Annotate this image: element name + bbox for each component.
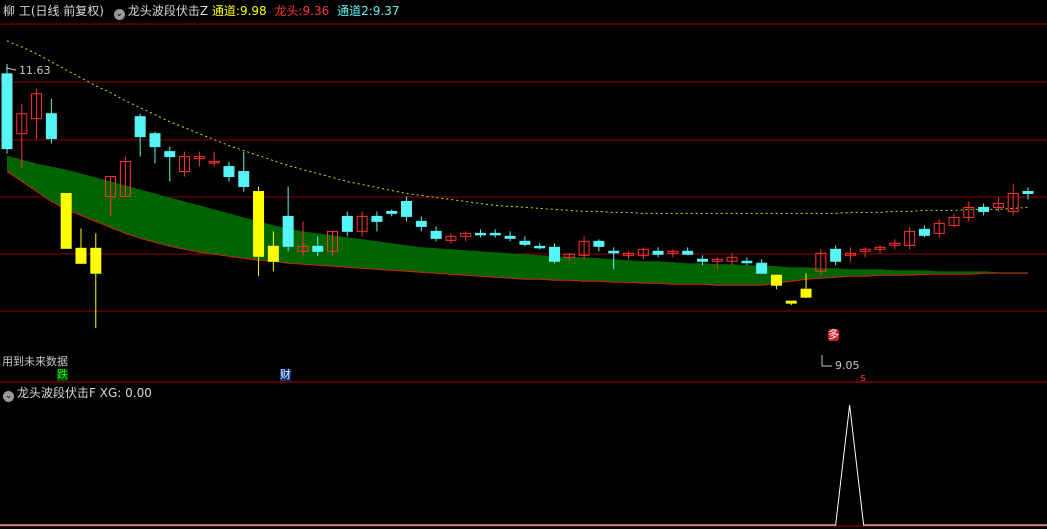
chevron-down-icon[interactable]: ⌄ [3, 391, 14, 402]
high-price-label: 11.63 [19, 64, 51, 77]
main-header: 柳 工(日线 前复权) ⌄ 龙头波段伏击Z 通道:9.98 龙头:9.36 通道2… [3, 4, 399, 20]
candle-body [267, 245, 279, 262]
candle-body [341, 215, 353, 232]
candle-body [593, 240, 605, 247]
candle-body [918, 228, 930, 236]
candle-body [386, 210, 398, 214]
candle-body [312, 245, 324, 252]
candle-body [238, 171, 250, 188]
tag-cai: 财 [280, 368, 291, 381]
candle-body [608, 250, 620, 254]
channel2-label: 通道2: [337, 4, 373, 18]
candle-body [504, 235, 516, 239]
candle-body [978, 206, 990, 212]
stock-title: 柳 工(日线 前复权) [3, 4, 104, 18]
candle-body [253, 190, 265, 257]
leader-value: 9.36 [302, 4, 330, 18]
candle-body [401, 200, 413, 217]
candle-body [282, 215, 294, 247]
candle-body [134, 116, 146, 138]
channel-label: 通道: [211, 4, 240, 18]
candle-body [223, 166, 235, 178]
candle-body [548, 246, 560, 262]
xg-label: XG: [99, 386, 122, 400]
candle-body [741, 260, 753, 264]
candle-body [770, 274, 782, 286]
candle-body [800, 288, 812, 298]
kline-chart: 11.63 9.05 [0, 23, 1047, 527]
future-data-note: 用到未来数据 [2, 355, 68, 368]
candle-body [1, 73, 13, 150]
candle-body [164, 151, 176, 158]
indicator-name: 龙头波段伏击Z [127, 4, 209, 18]
xg-value: 0.00 [125, 386, 152, 400]
candle-body [830, 248, 842, 262]
candle-body [756, 262, 768, 274]
tag-s: s [860, 371, 866, 384]
candle-body [519, 240, 531, 245]
candle-body [1022, 190, 1034, 194]
channel-band [7, 155, 1028, 286]
xg-signal-line [0, 404, 1047, 526]
candle-body [371, 215, 383, 222]
trend-dotted-line [6, 40, 1029, 214]
candle-body [90, 247, 102, 274]
leader-label: 龙头: [274, 4, 303, 18]
candle-body [430, 230, 442, 239]
tag-duo: 多 [828, 328, 839, 341]
candle-body [149, 133, 161, 148]
candle-body [534, 245, 546, 249]
channel-value: 9.98 [239, 4, 267, 18]
candle-body [45, 113, 57, 140]
sub-indicator-name: 龙头波段伏击F [17, 386, 96, 400]
candle-body [682, 250, 694, 255]
chevron-down-icon[interactable]: ⌄ [113, 9, 125, 20]
candle-body [60, 192, 72, 249]
candle-body [785, 300, 797, 304]
channel2-value: 9.37 [372, 4, 400, 18]
candle-body [75, 247, 87, 264]
candle-body [415, 220, 427, 227]
candle-body [696, 258, 708, 262]
low-price-label: 9.05 [835, 359, 860, 372]
candle-body [475, 232, 487, 236]
tag-die: 跌 [57, 368, 68, 381]
candle-body [489, 232, 501, 236]
sub-header: ⌄ 龙头波段伏击F XG: 0.00 [3, 386, 152, 402]
candle-body [652, 250, 664, 255]
